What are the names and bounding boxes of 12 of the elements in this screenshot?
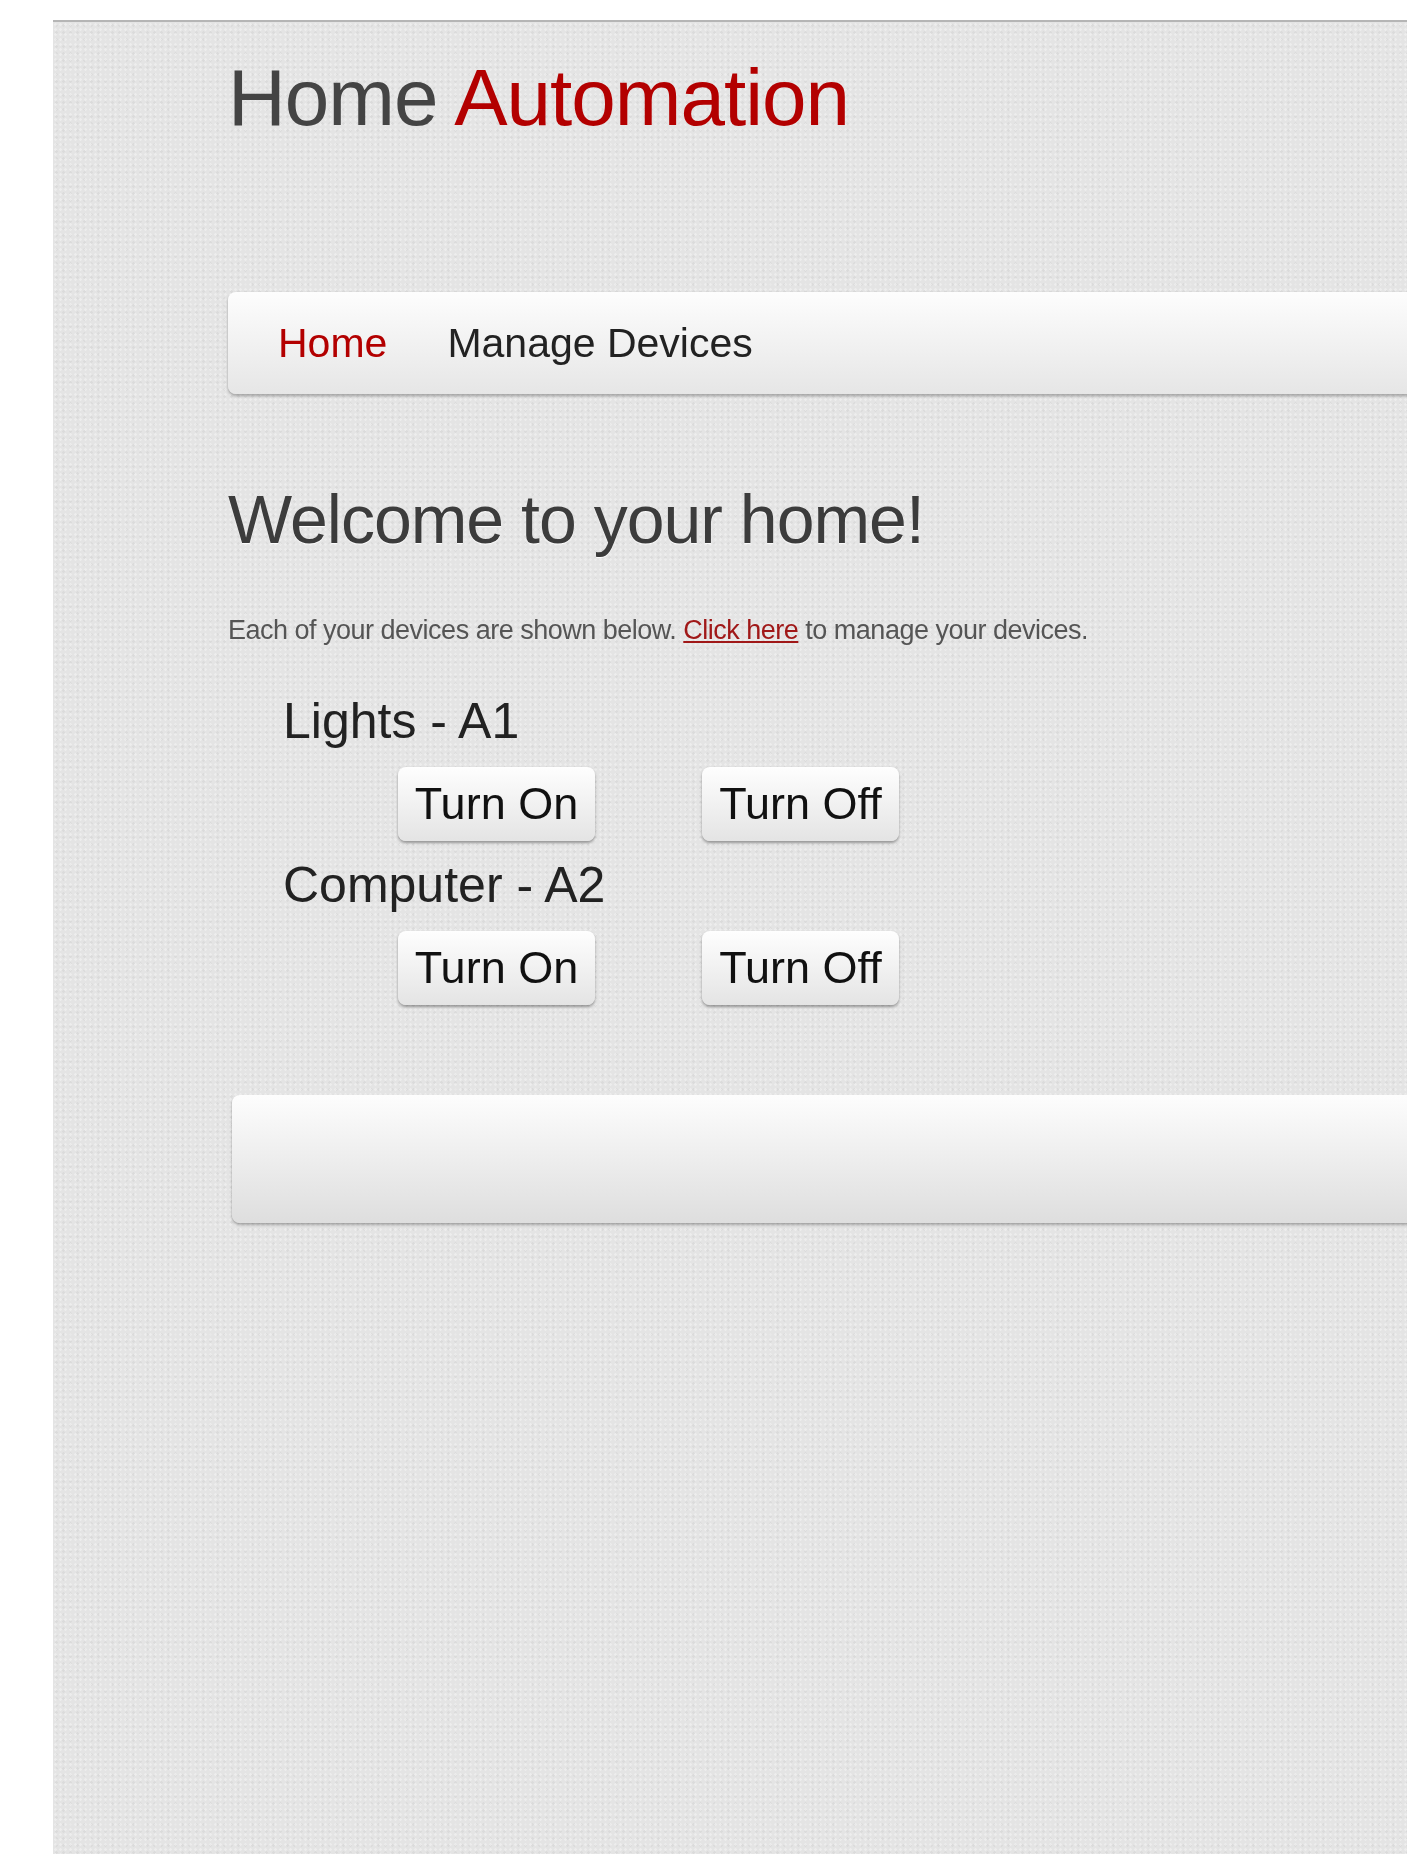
device-button[interactable]: Turn On xyxy=(398,766,595,841)
device-name: Lights - A1 xyxy=(283,691,520,751)
nav-link[interactable]: Manage Devices xyxy=(437,315,763,371)
device-name: Computer - A2 xyxy=(283,855,606,915)
intro-text: Each of your devices are shown below. Click here to manage your devices. xyxy=(228,614,1088,646)
device-button[interactable]: Turn Off xyxy=(702,766,899,841)
manage-link[interactable]: Click here xyxy=(683,614,799,645)
site-title: Home Automation xyxy=(228,52,849,142)
nav-link[interactable]: Home xyxy=(268,315,398,371)
page-heading: Welcome to your home! xyxy=(228,482,924,557)
device-button[interactable]: Turn Off xyxy=(702,930,899,1005)
device-button[interactable]: Turn On xyxy=(398,930,595,1005)
